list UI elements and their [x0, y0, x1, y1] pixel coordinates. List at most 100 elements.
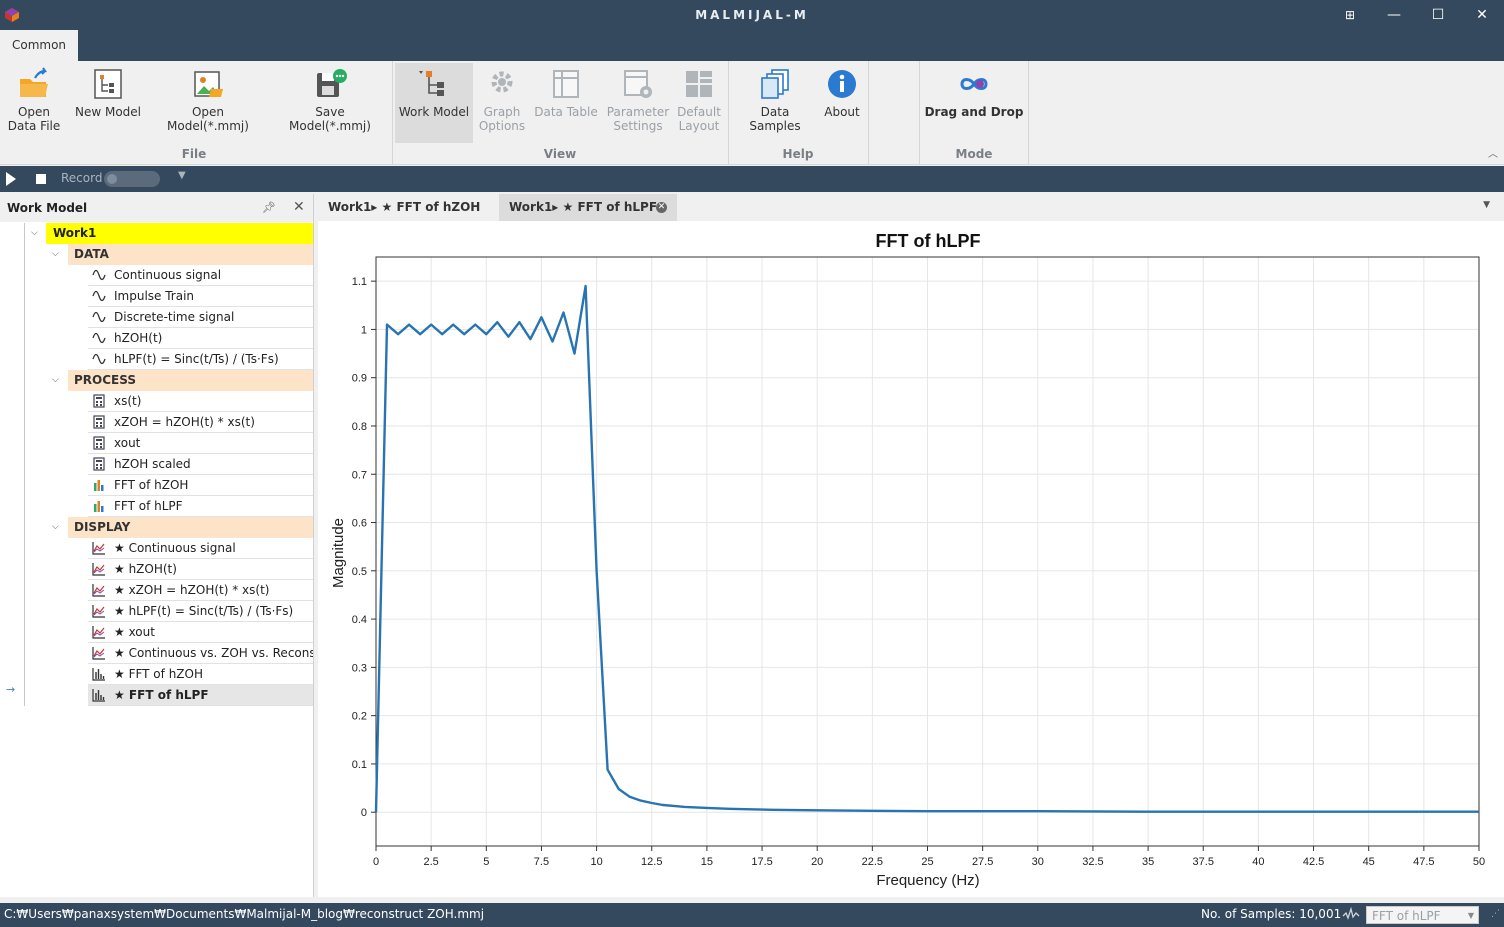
about-button[interactable]: About — [818, 63, 866, 143]
group-label-mode: Mode — [955, 147, 993, 161]
collapse-icon[interactable]: ⌵ — [31, 223, 41, 244]
x-tick-label: 45 — [1363, 856, 1375, 868]
x-tick-label: 20 — [811, 856, 823, 868]
new-model-button[interactable]: New Model — [72, 63, 144, 143]
play-icon[interactable] — [6, 172, 16, 186]
fft-bar-icon — [94, 480, 104, 491]
close-panel-icon[interactable]: ✕ — [293, 199, 305, 215]
data-table-button[interactable]: Data Table — [534, 63, 598, 143]
x-tick-label: 47.5 — [1413, 856, 1434, 868]
x-tick-label: 50 — [1473, 856, 1485, 868]
tree-item[interactable]: xZOH = hZOH(t) * xs(t) — [88, 412, 313, 433]
line-chart-icon — [92, 584, 105, 597]
maximize-button[interactable]: ☐ — [1416, 0, 1460, 30]
record-toolbar: Record ▼ — [0, 166, 1504, 192]
y-tick-label: 0.7 — [352, 469, 367, 481]
tree-item[interactable]: hZOH(t) — [88, 328, 313, 349]
tree-item[interactable]: Impulse Train — [88, 286, 313, 307]
tree-group-display[interactable]: DISPLAY — [68, 517, 313, 538]
stop-icon[interactable] — [36, 174, 46, 184]
tree-item[interactable]: ★ hLPF(t) = Sinc(t/Ts) / (Ts·Fs) — [88, 601, 313, 622]
x-tick-label: 42.5 — [1303, 856, 1324, 868]
graph-options-button[interactable]: Graph Options — [477, 63, 527, 143]
tree-item[interactable]: ★ Continuous signal — [88, 538, 313, 559]
x-axis-label: Frequency (Hz) — [876, 872, 979, 889]
x-tick-label: 27.5 — [972, 856, 993, 868]
tree-item[interactable]: ★ FFT of hZOH — [88, 664, 313, 685]
tab-common[interactable]: Common — [0, 30, 78, 61]
x-tick-label: 10 — [590, 856, 602, 868]
x-tick-label: 2.5 — [424, 856, 439, 868]
doc-tab-label: Work1▸ ★ FFT of hLPF — [509, 200, 658, 214]
close-button[interactable]: ✕ — [1460, 0, 1504, 30]
save-model-icon — [317, 69, 347, 97]
ribbon: Open Data File New Model Open Model(*.mm… — [0, 61, 1504, 165]
tree-item-selected[interactable]: ★ FFT of hLPF — [88, 685, 313, 706]
collapse-icon[interactable]: ⌵ — [52, 517, 62, 538]
x-tick-label: 40 — [1252, 856, 1264, 868]
tree-item[interactable]: ★ xout — [88, 622, 313, 643]
tree-guide-line — [24, 223, 25, 706]
tree-item[interactable]: FFT of hZOH — [88, 475, 313, 496]
open-data-file-button[interactable]: Open Data File — [2, 63, 66, 143]
about-label: About — [824, 105, 860, 119]
save-model-button[interactable]: Save Model(*.mmj) — [274, 63, 386, 143]
collapse-ribbon-icon[interactable]: ︿ — [1488, 145, 1498, 160]
doc-tab-fft-hzoh[interactable]: Work1▸ ★ FFT of hZOH — [318, 194, 498, 221]
tree-item[interactable]: xout — [88, 433, 313, 454]
tree-root-work1[interactable]: Work1 — [46, 223, 313, 244]
tree-item[interactable]: xs(t) — [88, 391, 313, 412]
wave-icon — [92, 269, 106, 281]
tree-item[interactable]: ★ hZOH(t) — [88, 559, 313, 580]
x-tick-label: 25 — [921, 856, 933, 868]
file-path: C:₩Users₩panaxsystem₩Documents₩Malmijal-… — [4, 907, 485, 921]
pin-icon[interactable]: 📌︎ — [262, 201, 276, 214]
data-samples-icon — [761, 69, 789, 99]
open-model-icon — [194, 71, 223, 97]
parameter-settings-button[interactable]: Parameter Settings — [604, 63, 672, 143]
sample-count: No. of Samples: 10,001 — [1201, 907, 1342, 921]
calculator-icon — [93, 415, 105, 429]
open-model-button[interactable]: Open Model(*.mmj) — [150, 63, 266, 143]
info-icon — [828, 70, 856, 98]
y-tick-label: 0.8 — [352, 421, 367, 433]
x-tick-label: 0 — [373, 856, 379, 868]
group-label-view: View — [543, 147, 577, 161]
calculator-icon — [93, 457, 105, 471]
tab-list-dropdown-icon[interactable]: ▼ — [1483, 200, 1490, 210]
save-model-label: Save Model(*.mmj) — [289, 105, 371, 133]
tree-item[interactable]: ★ xZOH = hZOH(t) * xs(t) — [88, 580, 313, 601]
default-layout-button[interactable]: Default Layout — [676, 63, 722, 143]
tree-item[interactable]: hZOH scaled — [88, 454, 313, 475]
data-samples-button[interactable]: Data Samples — [734, 63, 816, 143]
tree-item[interactable]: FFT of hLPF — [88, 496, 313, 517]
close-tab-icon[interactable]: ✕ — [656, 202, 667, 213]
work-model-button[interactable]: Work Model — [395, 63, 473, 143]
line-chart-icon — [92, 626, 105, 639]
tree-item[interactable]: hLPF(t) = Sinc(t/Ts) / (Ts·Fs) — [88, 349, 313, 370]
collapse-icon[interactable]: ⌵ — [52, 370, 62, 391]
record-toggle[interactable] — [104, 171, 160, 187]
parameter-settings-icon — [624, 70, 652, 98]
ribbon-divider — [392, 61, 393, 165]
work-model-icon — [419, 71, 444, 96]
doc-tab-fft-hlpf[interactable]: Work1▸ ★ FFT of hLPF ✕ — [499, 194, 677, 221]
graph-options-icon — [491, 71, 513, 93]
tree-group-data[interactable]: DATA — [68, 244, 313, 265]
collapse-icon[interactable]: ⌵ — [52, 244, 62, 265]
drag-and-drop-button[interactable]: Drag and Drop — [924, 63, 1024, 143]
record-dropdown-icon[interactable]: ▼ — [178, 170, 186, 181]
minimize-button[interactable]: — — [1372, 0, 1416, 30]
view-select[interactable]: FFT of hLPF ▼ — [1366, 906, 1479, 924]
tree-item[interactable]: Continuous signal — [88, 265, 313, 286]
tree-group-process[interactable]: PROCESS — [68, 370, 313, 391]
restore-layout-icon[interactable]: ⊞ — [1328, 0, 1372, 30]
tree-item[interactable]: Discrete-time signal — [88, 307, 313, 328]
resize-grip-icon[interactable]: ⋰ — [1491, 909, 1501, 921]
tree-item[interactable]: ★ Continuous vs. ZOH vs. Reconstructed — [88, 643, 313, 664]
y-tick-label: 0 — [361, 807, 367, 819]
app-title: MALMIJAL-M — [695, 8, 809, 22]
fft-bar-icon — [94, 501, 104, 512]
group-label-file: File — [181, 147, 207, 161]
current-row-arrow-icon: → — [6, 683, 16, 696]
